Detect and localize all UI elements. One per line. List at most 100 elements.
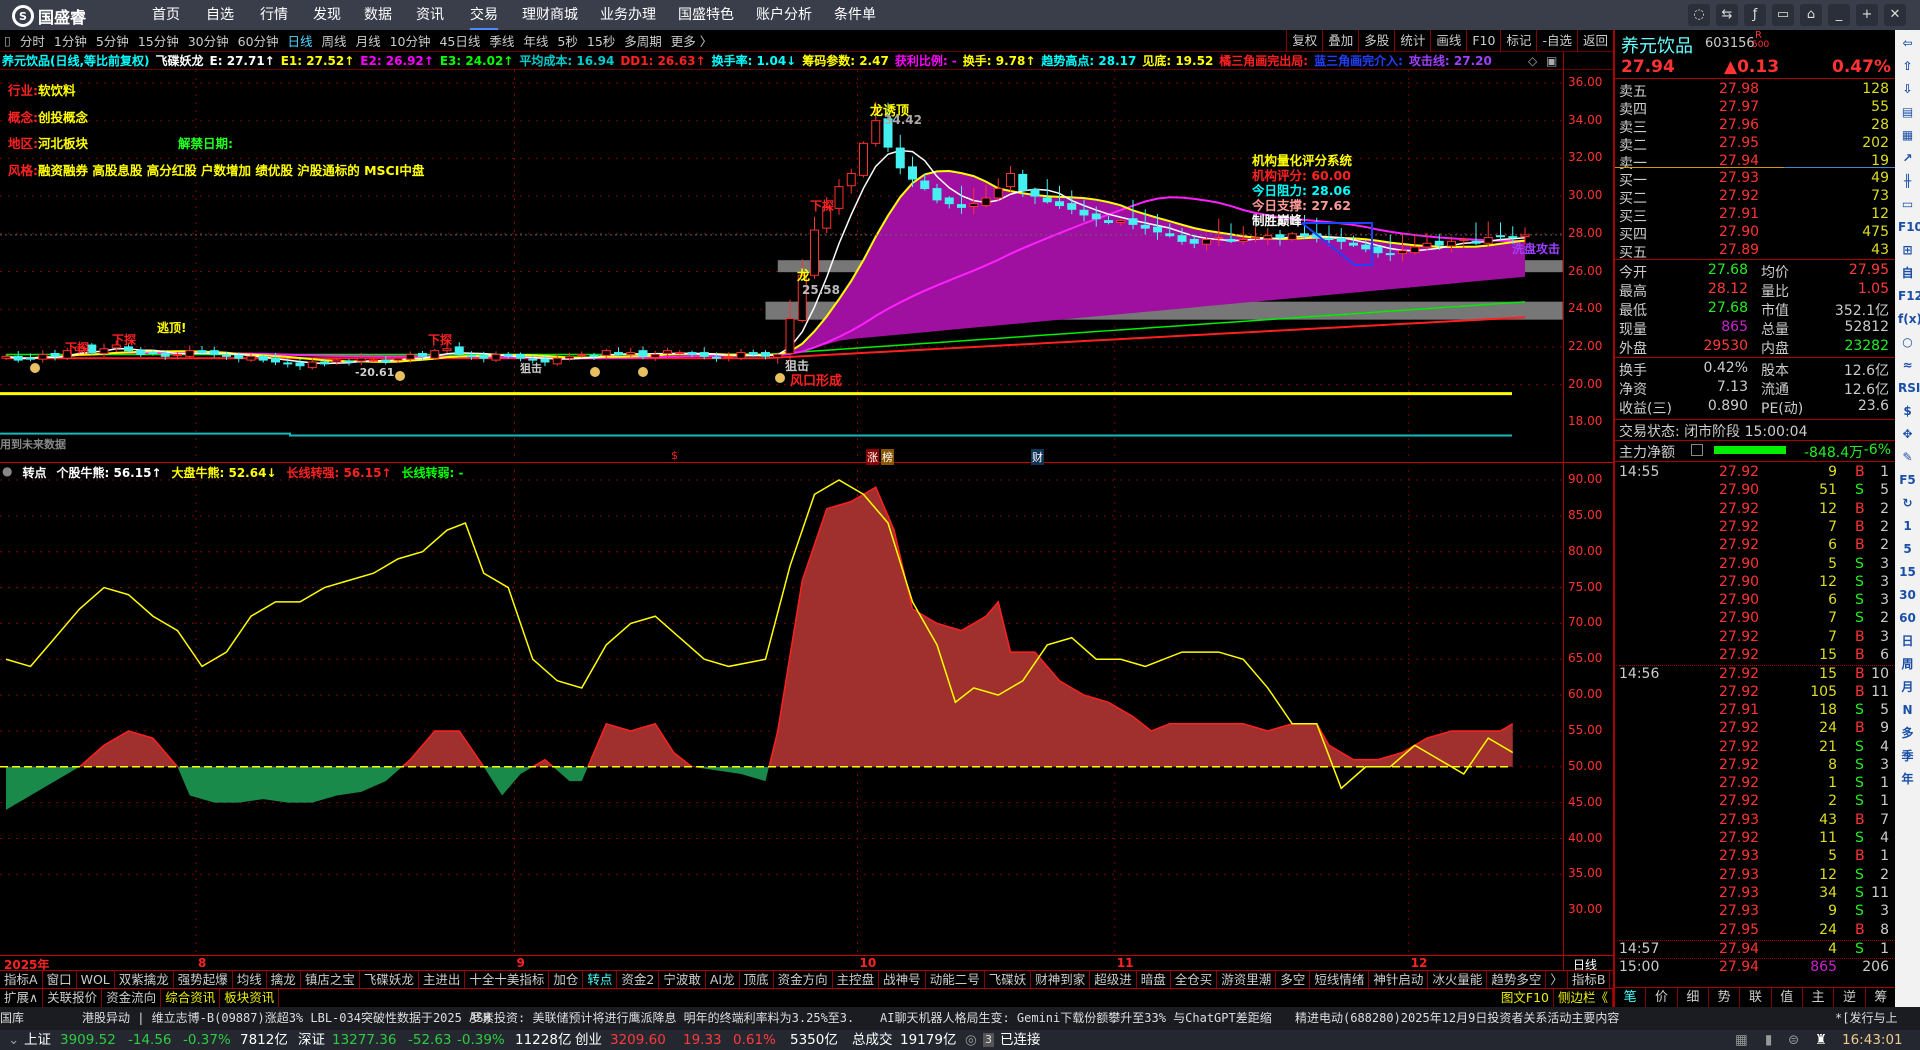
swap-icon[interactable]: ⇆: [1716, 4, 1738, 26]
period-tab[interactable]: 30分钟: [188, 31, 229, 50]
period-tab[interactable]: 15秒: [587, 31, 615, 50]
list-icon[interactable]: [1691, 444, 1703, 456]
extension-tab[interactable]: 关联报价: [43, 989, 103, 1007]
settings-icon[interactable]: ⊜: [1788, 1030, 1799, 1050]
diamond-icon[interactable]: ◇: [1528, 54, 1537, 68]
event-marker[interactable]: 涨: [866, 449, 879, 465]
indicator-tab[interactable]: 顶底: [740, 971, 774, 988]
sidebar-tool-icon[interactable]: ↻: [1898, 494, 1917, 513]
period-tab[interactable]: 5秒: [557, 31, 577, 50]
sidebar-tool-icon[interactable]: ▭: [1898, 195, 1917, 214]
sidebar-tool-icon[interactable]: ✥: [1898, 425, 1917, 444]
indicator-tab[interactable]: 全仓买: [1171, 971, 1218, 988]
indicator-tab[interactable]: 镇店之宝: [301, 971, 360, 988]
panel-toggle-icon[interactable]: ▣: [1546, 54, 1557, 68]
sidebar-tool-icon[interactable]: 30: [1898, 586, 1917, 605]
indicator-tab[interactable]: 加仓: [549, 971, 584, 988]
nav-item[interactable]: 理财商城: [522, 0, 578, 30]
formula-icon[interactable]: ƒ: [1744, 4, 1766, 26]
toolbar-button[interactable]: 统计: [1394, 30, 1430, 52]
news-item[interactable]: 罗素投资: 美联储预计将进行鹰派降息 明年的终端利率料为3.25%至3.: [470, 1007, 854, 1030]
news-item[interactable]: 精进电动(688280)2025年12月9日投资者关系活动主要内容: [1295, 1007, 1619, 1030]
collapse-icon[interactable]: ⌄: [8, 1030, 19, 1050]
sidebar-tool-icon[interactable]: 自: [1898, 264, 1917, 283]
side-tab[interactable]: 逆: [1834, 988, 1866, 1007]
side-tab[interactable]: 笔: [1615, 988, 1647, 1007]
period-tab[interactable]: 日线: [288, 31, 313, 50]
indicator-tab[interactable]: 战神号: [879, 971, 926, 988]
indicator-tab[interactable]: 游资里潮: [1217, 971, 1277, 988]
sidebar-tool-icon[interactable]: 年: [1898, 770, 1917, 789]
skin-icon[interactable]: ⌂: [1800, 4, 1822, 26]
extension-tab[interactable]: 侧边栏《: [1554, 989, 1613, 1007]
nav-item[interactable]: 交易: [470, 0, 498, 30]
side-tab[interactable]: 势: [1709, 988, 1741, 1007]
indicator-tab[interactable]: 飞碟妖龙: [360, 971, 419, 988]
sidebar-tool-icon[interactable]: F5: [1898, 471, 1917, 490]
sidebar-tool-icon[interactable]: 60: [1898, 609, 1917, 628]
indicator-chart[interactable]: [0, 470, 1563, 955]
nav-item[interactable]: 业务办理: [600, 0, 656, 30]
sidebar-tool-icon[interactable]: F10: [1898, 218, 1920, 237]
extension-tab[interactable]: 资金流向: [102, 989, 162, 1007]
sidebar-tool-icon[interactable]: ✎: [1898, 448, 1917, 467]
indicator-tab[interactable]: 超级进: [1090, 971, 1137, 988]
period-tab[interactable]: 15分钟: [138, 31, 179, 50]
nav-item[interactable]: 自选: [206, 0, 234, 30]
sidebar-tool-icon[interactable]: ⇧: [1898, 57, 1917, 76]
tower-icon[interactable]: ♜: [1815, 1030, 1827, 1050]
period-tab[interactable]: 分时: [20, 31, 45, 50]
toolbar-button[interactable]: 叠加: [1322, 30, 1358, 52]
event-marker[interactable]: 财: [1031, 449, 1044, 465]
indicator-tab[interactable]: 转点: [583, 971, 618, 988]
indicator-tab[interactable]: 冰火量能: [1428, 971, 1488, 988]
keyboard-icon[interactable]: ▦: [1735, 1030, 1748, 1050]
toolbar-button[interactable]: -自选: [1536, 30, 1577, 52]
sidebar-tool-icon[interactable]: 月: [1898, 678, 1917, 697]
screen-icon[interactable]: ▭: [1772, 4, 1794, 26]
maximize-icon[interactable]: +: [1856, 4, 1878, 26]
nav-item[interactable]: 条件单: [834, 0, 876, 30]
period-tab[interactable]: 月线: [356, 31, 381, 50]
news-item[interactable]: *[发行与上: [1835, 1007, 1897, 1030]
sidebar-tool-icon[interactable]: 5: [1898, 540, 1917, 559]
toolbar-button[interactable]: F10: [1466, 30, 1500, 52]
toolbar-button[interactable]: 标记: [1500, 30, 1536, 52]
side-tab[interactable]: 主: [1803, 988, 1835, 1007]
indicator-tab[interactable]: 指标B: [1568, 971, 1611, 988]
sidebar-tool-icon[interactable]: 1: [1898, 517, 1917, 536]
period-tab[interactable]: 年线: [523, 31, 548, 50]
period-tab[interactable]: 更多 〉: [671, 31, 712, 50]
indicator-tab[interactable]: 神针启动: [1369, 971, 1429, 988]
side-tab[interactable]: 价: [1646, 988, 1678, 1007]
indicator-tab[interactable]: 飞碟妖: [985, 971, 1032, 988]
nav-item[interactable]: 资讯: [416, 0, 444, 30]
indicator-tab[interactable]: 主进出: [419, 971, 466, 988]
indicator-tab[interactable]: 多空: [1276, 971, 1311, 988]
sidebar-toggle-icon[interactable]: ▯: [4, 33, 11, 48]
indicator-tab[interactable]: AI龙: [706, 971, 740, 988]
sidebar-tool-icon[interactable]: 周: [1898, 655, 1917, 674]
toolbar-button[interactable]: 画线: [1430, 30, 1466, 52]
period-tab[interactable]: 10分钟: [390, 31, 431, 50]
indicator-tab[interactable]: 均线: [233, 971, 267, 988]
toolbar-button[interactable]: 返回: [1576, 30, 1613, 52]
period-tab[interactable]: 多周期: [624, 31, 662, 50]
nav-item[interactable]: 首页: [152, 0, 180, 30]
side-tab[interactable]: 细: [1678, 988, 1709, 1007]
news-ticker[interactable]: 国库 港股异动 | 维立志博-B(09887)涨超3% LBL-034突破性数据于…: [0, 1007, 1920, 1030]
indicator-tab[interactable]: 十全十美指标: [465, 971, 550, 988]
sidebar-tool-icon[interactable]: ≈: [1898, 356, 1917, 375]
side-tab[interactable]: 筹: [1866, 988, 1897, 1007]
indicator-tab[interactable]: 强势起爆: [174, 971, 233, 988]
sidebar-tool-icon[interactable]: ↗: [1898, 149, 1917, 168]
extension-tab[interactable]: 综合资讯: [161, 989, 221, 1007]
sidebar-tool-icon[interactable]: ▤: [1898, 103, 1917, 122]
sidebar-tool-icon[interactable]: ○: [1898, 333, 1917, 352]
nav-item[interactable]: 发现: [313, 0, 341, 30]
sidebar-tool-icon[interactable]: f(x): [1898, 310, 1920, 329]
indicator-tab[interactable]: 财神到家: [1031, 971, 1091, 988]
close-icon[interactable]: ✕: [1884, 4, 1906, 26]
indicator-tab[interactable]: 趋势多空: [1487, 971, 1547, 988]
news-item[interactable]: 国库: [0, 1007, 24, 1030]
